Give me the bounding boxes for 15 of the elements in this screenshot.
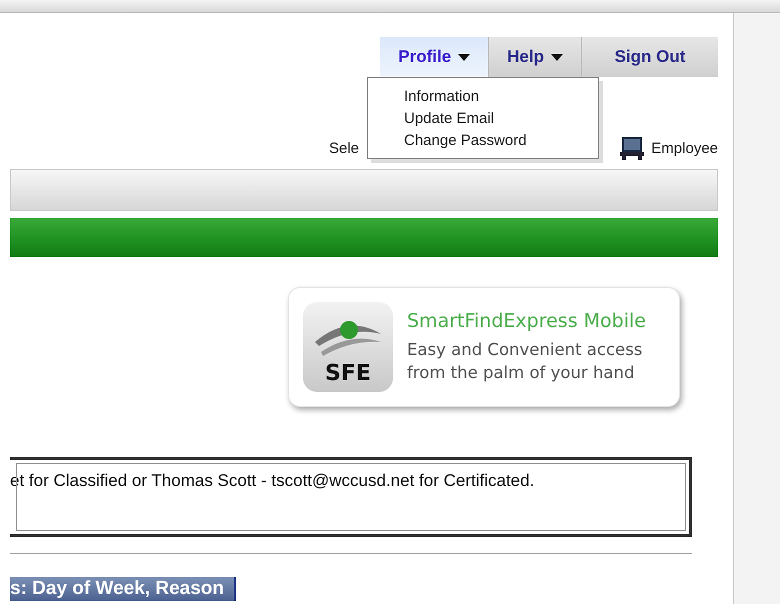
section-heading: s: Day of Week, Reason: [10, 577, 236, 601]
menu-item[interactable]: Update Email: [368, 108, 598, 130]
banner-tagline: from the palm of your hand: [407, 362, 636, 384]
nav-tab[interactable]: Help: [489, 37, 582, 77]
mobile-banner[interactable]: SFE SmartFindExpress Mobile Easy and Convenient access from the palm of your hand: [288, 287, 680, 407]
app-logo: SFE: [303, 302, 393, 392]
nav-tab[interactable]: Profile: [380, 37, 490, 77]
select-label: Sele: [329, 140, 360, 156]
menu-item[interactable]: Information: [368, 86, 598, 108]
menu-item[interactable]: Change Password: [368, 130, 598, 152]
banner-title: SmartFindExpress Mobile: [407, 310, 646, 332]
nav-tab[interactable]: Sign Out: [582, 37, 718, 77]
computer-icon[interactable]: [619, 136, 646, 160]
banner-tagline: Easy and Convenient access: [407, 339, 644, 361]
role-label[interactable]: Employee: [651, 140, 718, 156]
